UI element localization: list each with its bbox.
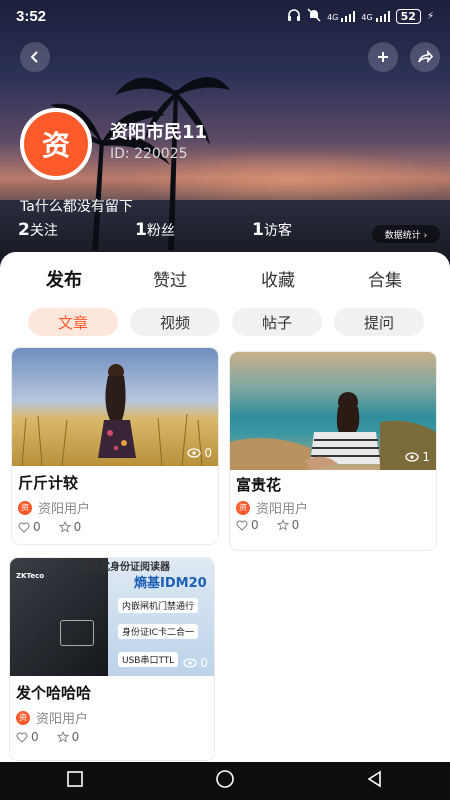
ad-line-4: 身份证IC卡二合一 <box>118 624 198 639</box>
post-card[interactable]: ZKTeco 内置式身份证阅读器 熵基IDM20 内嵌闸机门禁通行 身份证IC卡… <box>10 558 214 760</box>
post-metrics: 0 0 <box>16 730 79 744</box>
like-count[interactable]: 0 <box>16 730 39 744</box>
stat-following[interactable]: 2关注 <box>18 220 58 240</box>
tab-favorites[interactable]: 收藏 <box>261 266 295 291</box>
star-icon <box>56 731 69 743</box>
system-navigation-bar <box>0 762 450 800</box>
status-time: 3:52 <box>16 7 47 25</box>
view-count: 1 <box>405 450 430 464</box>
mute-icon <box>307 7 321 25</box>
post-author: 资 资阳用户 <box>16 708 88 727</box>
status-bar: 3:52 4G 4G 52 ⚡ <box>0 0 450 32</box>
profile-screen: 3:52 4G 4G 52 ⚡ 资 资阳市民11 ID: 220025 Ta什么… <box>0 0 450 800</box>
post-thumbnail: 1 <box>230 352 436 470</box>
post-thumbnail: 0 <box>12 348 218 466</box>
ad-brand: ZKTeco <box>16 572 45 580</box>
eye-icon <box>187 448 202 458</box>
chip-video[interactable]: 视频 <box>130 308 220 336</box>
chip-article[interactable]: 文章 <box>28 308 118 336</box>
author-avatar: 资 <box>16 710 30 725</box>
square-icon <box>66 771 83 787</box>
content-panel: 发布 赞过 收藏 合集 文章 视频 帖子 提问 0 斤斤计较 资 资阳用户 0 … <box>0 252 450 762</box>
add-button[interactable] <box>368 42 398 72</box>
star-count[interactable]: 0 <box>58 520 81 534</box>
eye-icon <box>405 452 420 462</box>
headphones-icon <box>287 8 301 25</box>
recents-button[interactable] <box>66 770 84 792</box>
post-author: 资 资阳用户 <box>18 498 90 517</box>
system-back-button[interactable] <box>366 770 384 792</box>
author-avatar: 资 <box>236 500 250 515</box>
charging-icon: ⚡ <box>426 10 434 22</box>
user-bio: Ta什么都没有留下 <box>20 199 133 215</box>
ad-line-2: 熵基IDM20 <box>134 576 207 591</box>
battery-icon: 52 <box>395 8 421 24</box>
main-tabs: 发布 赞过 收藏 合集 <box>0 266 450 314</box>
post-metrics: 0 0 <box>236 518 299 532</box>
like-count[interactable]: 0 <box>236 518 259 532</box>
tab-liked[interactable]: 赞过 <box>153 266 187 291</box>
star-icon <box>58 521 71 533</box>
data-stats-button[interactable]: 数据统计 › <box>372 225 440 243</box>
share-icon <box>418 50 433 64</box>
share-button[interactable] <box>410 42 440 72</box>
eye-icon <box>183 658 198 668</box>
signal-icon-2: 4G <box>361 10 390 22</box>
heart-icon <box>236 520 248 531</box>
author-avatar: 资 <box>18 500 32 515</box>
stat-visitors[interactable]: 1访客 <box>252 220 292 240</box>
username: 资阳市民11 <box>110 122 208 143</box>
user-id: ID: 220025 <box>110 146 188 162</box>
post-title: 富贵花 <box>236 476 282 494</box>
view-count: 0 <box>187 446 212 460</box>
ad-line-3: 内嵌闸机门禁通行 <box>118 598 199 613</box>
star-count[interactable]: 0 <box>276 518 299 532</box>
stat-followers[interactable]: 1粉丝 <box>135 220 175 240</box>
star-count[interactable]: 0 <box>56 730 79 744</box>
post-title: 发个哈哈哈 <box>16 684 92 702</box>
plus-icon <box>378 52 388 62</box>
signal-icon-1: 4G <box>327 10 356 22</box>
star-icon <box>276 519 289 531</box>
home-button[interactable] <box>215 769 235 793</box>
post-card[interactable]: 0 斤斤计较 资 资阳用户 0 0 <box>12 348 218 544</box>
back-icon <box>30 51 38 63</box>
post-card[interactable]: 1 富贵花 资 资阳用户 0 0 <box>230 352 436 550</box>
chip-question[interactable]: 提问 <box>334 308 424 336</box>
post-author: 资 资阳用户 <box>236 498 308 517</box>
view-count: 0 <box>183 656 208 670</box>
avatar[interactable]: 资 <box>20 108 92 180</box>
post-metrics: 0 0 <box>18 520 81 534</box>
heart-icon <box>16 732 28 743</box>
content-type-chips: 文章 视频 帖子 提问 <box>0 308 450 338</box>
tab-collections[interactable]: 合集 <box>368 266 402 291</box>
like-count[interactable]: 0 <box>18 520 41 534</box>
triangle-back-icon <box>367 770 382 788</box>
post-title: 斤斤计较 <box>18 474 79 492</box>
chip-post[interactable]: 帖子 <box>232 308 322 336</box>
tab-published[interactable]: 发布 <box>46 266 82 292</box>
ad-line-5: USB串口TTL <box>118 652 179 667</box>
circle-icon <box>216 770 234 788</box>
ad-line-1: 内置式身份证阅读器 <box>80 562 170 573</box>
back-button[interactable] <box>20 42 50 72</box>
heart-icon <box>18 522 30 533</box>
post-thumbnail: ZKTeco 内置式身份证阅读器 熵基IDM20 内嵌闸机门禁通行 身份证IC卡… <box>10 558 214 676</box>
